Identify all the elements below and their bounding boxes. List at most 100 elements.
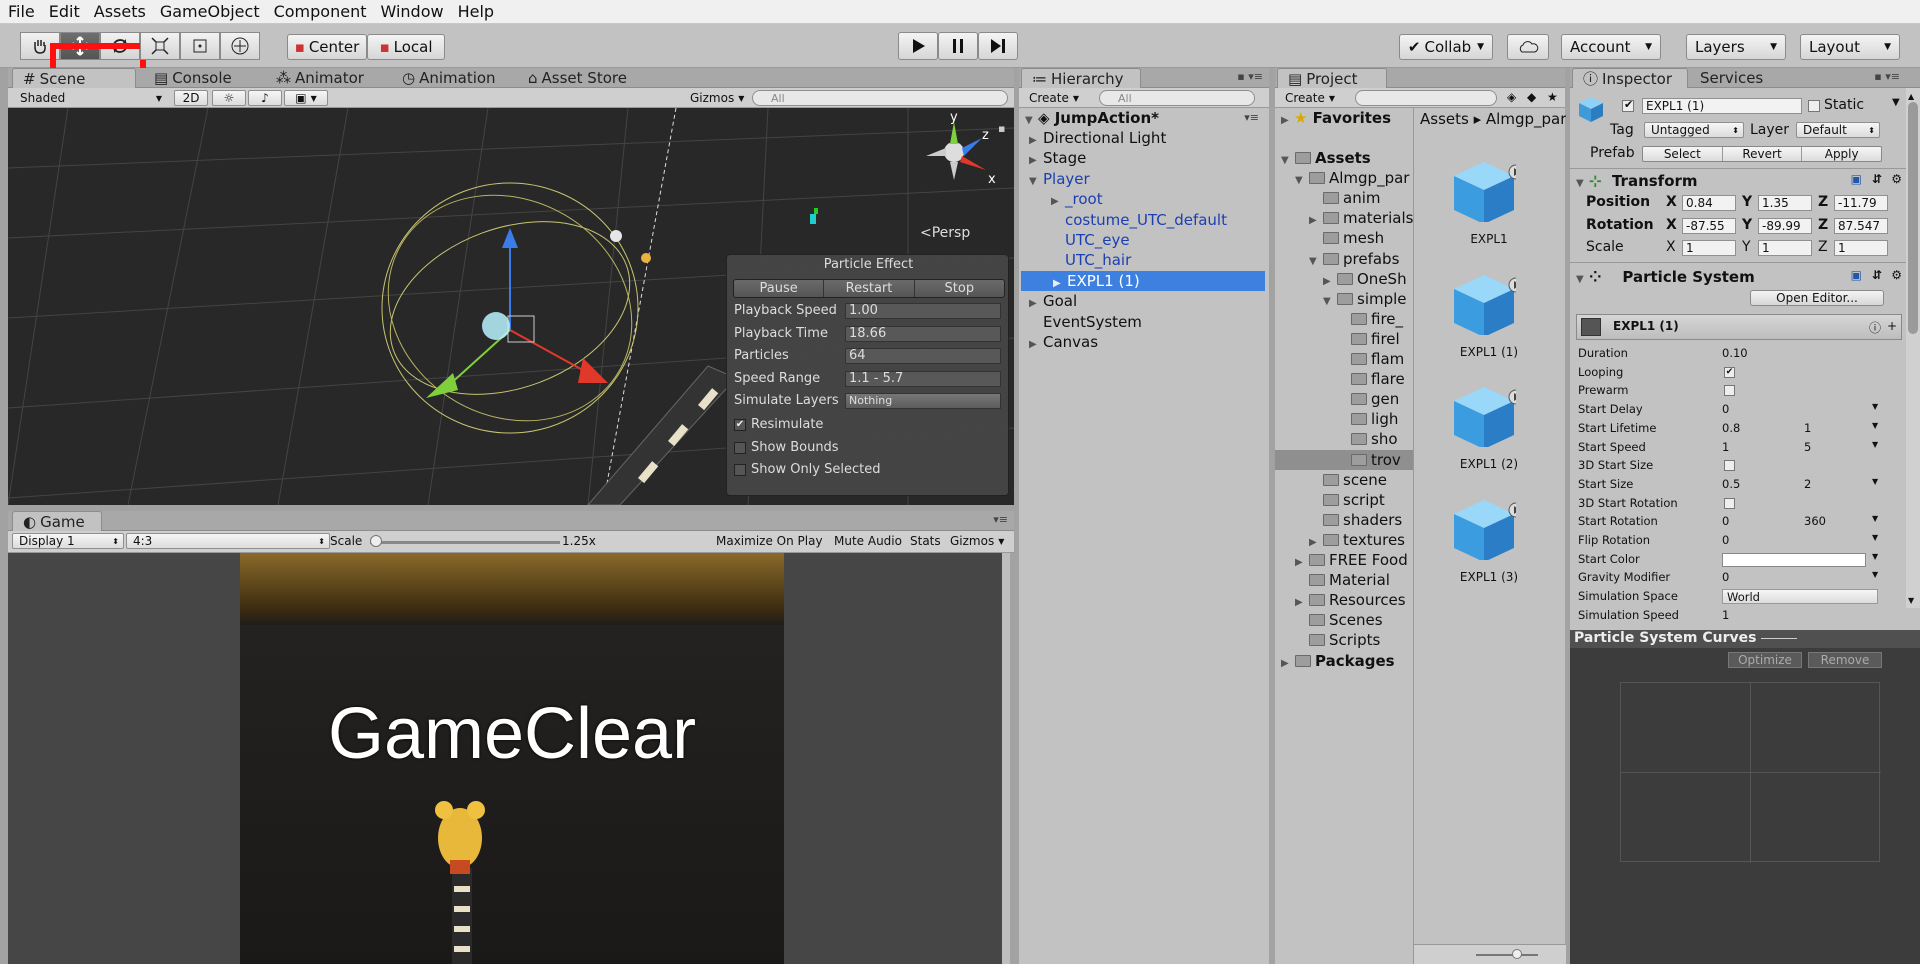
game-viewport[interactable]: GameClear	[8, 553, 1010, 964]
menu-component[interactable]: Component	[266, 2, 373, 21]
shading-dropdown[interactable]: Shaded ▼	[14, 90, 166, 106]
menu-help[interactable]: Help	[450, 2, 500, 21]
ps-row-value-min[interactable]: 0	[1722, 514, 1786, 529]
project-folder[interactable]: sho	[1275, 429, 1413, 449]
favorites-node[interactable]: ▶ ★ Favorites	[1281, 108, 1391, 128]
pe-row-value[interactable]: 18.66	[845, 325, 1001, 342]
collab-dropdown[interactable]: ✔ Collab ▼	[1399, 34, 1493, 60]
hierarchy-item[interactable]: UTC_eye	[1019, 230, 1259, 250]
ps-row-value[interactable]: 1	[1722, 608, 1866, 623]
particle-module-header[interactable]: EXPL1 (1) ⓘ +	[1576, 314, 1902, 340]
tab-hierarchy[interactable]: ≔ Hierarchy	[1021, 68, 1141, 88]
thumbnail-size-thumb[interactable]	[1512, 949, 1522, 959]
menu-file[interactable]: File	[0, 2, 41, 21]
project-folder[interactable]: ▼ Assets	[1275, 148, 1413, 168]
restart-effect-button[interactable]: Restart	[824, 280, 915, 297]
layer-dropdown[interactable]: Default ⬍	[1796, 122, 1880, 138]
gear-icon[interactable]: ⚙	[1891, 268, 1902, 282]
hierarchy-create-button[interactable]: Create ▼	[1023, 90, 1081, 106]
ps-row-checkbox[interactable]	[1724, 497, 1735, 509]
scene-search-input[interactable]: All	[752, 90, 1008, 106]
ps-row-value-max[interactable]: 360	[1804, 514, 1864, 529]
menu-edit[interactable]: Edit	[41, 2, 86, 21]
particle-system-header[interactable]: ▼ ⁘ Particle System ▣ ⇵ ⚙	[1576, 268, 1906, 288]
dropdown-arrow-icon[interactable]: ▼	[1872, 477, 1878, 486]
tab-scene[interactable]: # Scene	[12, 68, 136, 88]
thumbnail-size-slider[interactable]	[1476, 954, 1538, 956]
panel-menu-icon[interactable]: ▪ ▾≡	[1874, 70, 1900, 83]
ps-row-value-min[interactable]: 1	[1722, 440, 1786, 455]
reference-book-icon[interactable]: ▣	[1851, 172, 1862, 186]
hierarchy-item[interactable]: ▶ _root	[1019, 189, 1259, 209]
transform-position-z[interactable]: -11.79	[1834, 195, 1888, 211]
transform-position-y[interactable]: 1.35	[1758, 195, 1812, 211]
ps-row-value[interactable]: 0	[1722, 570, 1866, 585]
reference-book-icon[interactable]: ▣	[1851, 268, 1862, 282]
pause-effect-button[interactable]: Pause	[734, 280, 825, 297]
dropdown-arrow-icon[interactable]: ▼	[1872, 421, 1878, 430]
scale-slider[interactable]	[370, 541, 560, 544]
project-folder[interactable]: ligh	[1275, 409, 1413, 429]
dropdown-arrow-icon[interactable]: ▼	[1872, 533, 1878, 542]
scroll-up-icon[interactable]: ▲	[1908, 92, 1914, 101]
open-editor-button[interactable]: Open Editor...	[1750, 290, 1884, 306]
project-folder[interactable]: firel	[1275, 329, 1413, 349]
ps-row-value[interactable]: 0	[1722, 402, 1866, 417]
prefab-select-button[interactable]: Select	[1643, 147, 1723, 161]
transform-position-x[interactable]: 0.84	[1682, 195, 1736, 211]
filter-label-icon[interactable]: ◆	[1527, 90, 1536, 104]
tab-asset-store[interactable]: ⌂ Asset Store	[518, 68, 627, 88]
preset-icon[interactable]: ⇵	[1872, 268, 1882, 282]
project-folder[interactable]: ▶ materials	[1275, 208, 1413, 228]
asset-item[interactable]: EXPL1 (1)	[1444, 271, 1534, 371]
curve-editor-grid[interactable]	[1620, 682, 1881, 863]
ps-row-checkbox[interactable]	[1724, 385, 1735, 397]
toggle-2d-button[interactable]: 2D	[174, 90, 208, 106]
project-folder[interactable]: ▶ OneSh	[1275, 269, 1413, 289]
dropdown-arrow-icon[interactable]: ▼	[1872, 440, 1878, 449]
project-folder[interactable]: anim	[1275, 188, 1413, 208]
lock-icon[interactable]: ▪	[998, 122, 1005, 135]
project-folder[interactable]: fire_	[1275, 309, 1413, 329]
project-folder[interactable]: flare	[1275, 369, 1413, 389]
tab-services[interactable]: Services	[1690, 68, 1763, 88]
scale-slider-thumb[interactable]	[370, 535, 382, 547]
hierarchy-search-input[interactable]: All	[1099, 90, 1255, 106]
rect-tool-button[interactable]	[180, 32, 220, 60]
transform-scale-y[interactable]: 1	[1758, 240, 1812, 256]
inspector-scrollbar[interactable]: ▲ ▼	[1906, 88, 1920, 608]
breadcrumb-assets[interactable]: Assets	[1420, 110, 1469, 128]
persp-label[interactable]: <Persp	[920, 225, 970, 241]
project-folder[interactable]: Scripts	[1275, 630, 1413, 650]
ps-row-value-max[interactable]: 2	[1804, 477, 1864, 492]
dropdown-arrow-icon[interactable]: ▼	[1872, 552, 1878, 561]
prefab-revert-button[interactable]: Revert	[1723, 147, 1803, 161]
stats-toggle[interactable]: Stats	[904, 533, 944, 549]
tab-inspector[interactable]: ⓘ Inspector	[1572, 68, 1688, 88]
tab-animator[interactable]: ⁂ Animator	[266, 68, 364, 88]
hierarchy-item[interactable]: ▶ Directional Light	[1019, 128, 1259, 148]
aspect-dropdown[interactable]: 4:3 ⬍	[126, 533, 330, 549]
stop-effect-button[interactable]: Stop	[915, 280, 1004, 297]
panel-menu-icon[interactable]: ▪ ▾≡	[1237, 70, 1263, 83]
orientation-gizmo[interactable]: y z x	[910, 108, 1000, 198]
start-color-swatch[interactable]	[1722, 552, 1866, 567]
hierarchy-item[interactable]: ▶ Canvas	[1019, 332, 1259, 352]
add-module-icon[interactable]: +	[1887, 319, 1897, 333]
ps-row-checkbox[interactable]: ✔	[1724, 366, 1735, 378]
cloud-button[interactable]	[1507, 34, 1549, 60]
audio-toggle[interactable]: ♪	[248, 90, 282, 106]
gear-icon[interactable]: ⚙	[1891, 172, 1902, 186]
hierarchy-item[interactable]: ▶ Goal	[1019, 291, 1259, 311]
layout-dropdown[interactable]: Layout ▼	[1800, 34, 1900, 60]
optimize-curves-button[interactable]: Optimize	[1728, 652, 1802, 668]
dropdown-arrow-icon[interactable]: ▼	[1872, 514, 1878, 523]
hierarchy-item[interactable]: costume_UTC_default	[1019, 210, 1259, 230]
project-folder[interactable]: ▼ prefabs	[1275, 249, 1413, 269]
static-checkbox[interactable]	[1808, 100, 1820, 112]
tab-console[interactable]: ▤ Console	[144, 68, 232, 88]
pe-row-value[interactable]: 1.00	[845, 303, 1001, 319]
pause-button[interactable]	[938, 32, 978, 60]
transform-rotation-y[interactable]: -89.99	[1758, 217, 1812, 234]
ps-row-value-min[interactable]: 0.5	[1722, 477, 1786, 492]
